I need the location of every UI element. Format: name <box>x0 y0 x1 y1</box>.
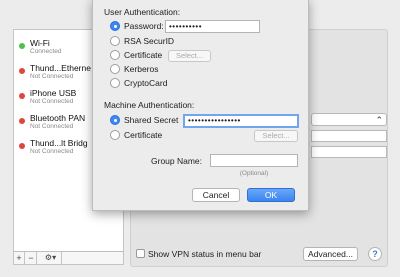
account-name-field[interactable] <box>311 146 387 158</box>
status-dot <box>19 118 25 124</box>
radio-label: Kerberos <box>124 64 159 74</box>
radio-rsa-securid[interactable]: RSA SecurID <box>110 36 174 48</box>
status-dot <box>19 143 25 149</box>
radio-certificate-machine[interactable]: Certificate <box>110 130 162 142</box>
radio-button[interactable] <box>110 130 120 140</box>
radio-button[interactable] <box>110 36 120 46</box>
radio-certificate-user[interactable]: Certificate <box>110 50 162 62</box>
group-name-label: Group Name: <box>151 156 203 166</box>
user-certificate-select-button[interactable]: Select... <box>168 50 211 62</box>
radio-label: CryptoCard <box>124 78 168 88</box>
add-service-button[interactable]: + <box>14 252 25 264</box>
help-button[interactable]: ? <box>368 247 382 261</box>
status-dot <box>19 43 25 49</box>
radio-button[interactable] <box>110 50 120 60</box>
radio-shared-secret[interactable]: Shared Secret <box>110 115 178 127</box>
shared-secret-field[interactable]: •••••••••••••••• <box>183 114 299 128</box>
advanced-button[interactable]: Advanced... <box>303 247 358 261</box>
configuration-select[interactable]: ⌃ <box>311 113 387 126</box>
show-vpn-status-row[interactable]: Show VPN status in menu bar <box>136 249 261 259</box>
radio-label: Certificate <box>124 130 163 140</box>
radio-button[interactable] <box>110 64 120 74</box>
password-field[interactable]: •••••••••• <box>165 20 260 33</box>
server-address-field[interactable] <box>311 130 387 142</box>
remove-service-button[interactable]: − <box>26 252 37 264</box>
radio-password[interactable]: Password: <box>110 21 164 33</box>
machine-authentication-title: Machine Authentication: <box>104 100 195 110</box>
radio-label: Shared Secret <box>124 115 179 125</box>
cancel-button[interactable]: Cancel <box>192 188 240 202</box>
authentication-settings-sheet: User Authentication: Password: •••••••••… <box>92 0 309 211</box>
radio-label: Certificate <box>124 50 163 60</box>
radio-button[interactable] <box>110 21 120 31</box>
user-authentication-title: User Authentication: <box>104 7 181 17</box>
radio-button[interactable] <box>110 115 120 125</box>
radio-label: RSA SecurID <box>124 36 175 46</box>
optional-hint: (Optional) <box>239 170 269 177</box>
ok-button[interactable]: OK <box>247 188 295 202</box>
chevron-updown-icon: ⌃ <box>375 115 383 125</box>
machine-certificate-select-button[interactable]: Select... <box>254 130 298 142</box>
radio-label: Password: <box>124 21 164 31</box>
gear-icon[interactable]: ⚙▾ <box>40 252 62 264</box>
radio-kerberos[interactable]: Kerberos <box>110 64 159 76</box>
status-dot <box>19 68 25 74</box>
service-list-toolbar: + − ⚙▾ <box>13 251 124 265</box>
group-name-field[interactable] <box>210 154 298 167</box>
show-vpn-status-checkbox[interactable] <box>136 249 145 258</box>
show-vpn-status-label: Show VPN status in menu bar <box>148 249 262 259</box>
status-dot <box>19 93 25 99</box>
radio-button[interactable] <box>110 78 120 88</box>
radio-cryptocard[interactable]: CryptoCard <box>110 78 167 90</box>
